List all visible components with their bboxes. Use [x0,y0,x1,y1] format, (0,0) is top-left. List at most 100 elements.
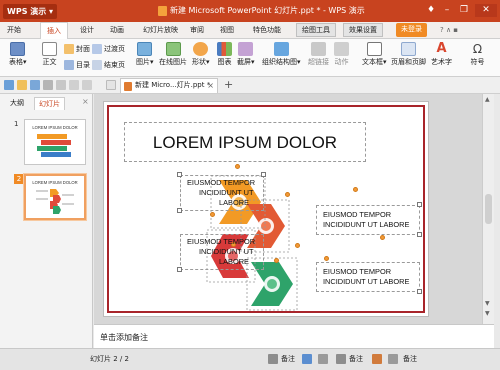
scroll-up-icon[interactable]: ▲ [485,96,490,103]
notes-pane[interactable]: 单击添加备注 [94,324,494,348]
shape-icon [193,42,209,56]
rotate-handle[interactable] [274,258,279,263]
transition-page-label: 过渡页 [104,45,125,53]
catalog-icon [64,60,74,70]
action-button[interactable]: 动作 [334,42,349,67]
title-placeholder[interactable]: LOREM IPSUM DOLOR [124,122,366,162]
text-box-3[interactable]: EIUSMOD TEMPOR INCIDIDUNT UT LABORE [180,234,264,270]
undo-icon[interactable] [69,80,79,90]
minimize-button[interactable]: – [440,4,454,17]
text-box-1-line-1: EIUSMOD TEMPOR [187,178,256,187]
menu-view[interactable]: 视图 [220,25,234,36]
table-button[interactable]: 表格▾ [9,42,27,67]
slide-thumbnail-1-preview: LOREM IPSUM DOLOR [32,125,78,157]
online-picture-label: 在线图片 [159,58,187,66]
menu-insert[interactable]: 插入 [40,22,68,39]
new-icon[interactable] [4,80,14,90]
resize-handle[interactable] [177,267,182,272]
slide-sorter-icon[interactable] [318,354,328,364]
resize-handle[interactable] [417,202,422,207]
menu-review[interactable]: 审阅 [190,25,204,36]
thumb-2-title: LOREM IPSUM DOLOR [32,180,77,185]
close-button[interactable]: ✕ [475,4,497,17]
transition-page-button[interactable]: 过渡页 [92,44,125,54]
menu-effect-settings[interactable]: 效果设置 [343,23,383,37]
catalog-button[interactable]: 目录 [64,60,90,70]
picture-button[interactable]: 图片▾ [136,42,154,67]
tab-list-icon[interactable] [106,80,116,90]
menu-features[interactable]: 特色功能 [253,25,281,36]
vertical-scrollbar[interactable]: ▲ ▼ ▼ [482,94,494,324]
hyperlink-button[interactable]: 超链接 [308,42,329,67]
resize-handle[interactable] [177,208,182,213]
slide-thumbnail-1[interactable]: LOREM IPSUM DOLOR [24,119,86,165]
skin-icon[interactable]: ♦ [424,4,438,17]
scroll-down-icon[interactable]: ▼ [485,300,490,307]
normal-view-icon[interactable] [302,354,312,364]
open-icon[interactable] [17,80,27,90]
text-box-1-line-2: INCIDIDUNT UT [199,188,254,197]
text-box-1-line-3: LABORE [219,198,249,207]
restore-button[interactable]: ❐ [457,4,471,17]
rotate-handle[interactable] [210,212,215,217]
chart-button[interactable]: 图表 [217,42,232,67]
text-label: 正文 [42,58,57,66]
text-button[interactable]: 正文 [42,42,57,67]
notes-label-3[interactable]: 备注 [403,354,417,365]
current-slide[interactable]: LOREM IPSUM DOLOR EIUSMOD TEMPOR INCIDID… [104,102,428,316]
notes-label[interactable]: 备注 [281,354,295,365]
rotate-handle[interactable] [353,187,358,192]
slide-thumbnail-2[interactable]: LOREM IPSUM DOLOR [24,174,86,220]
tab-close-icon[interactable]: × [207,79,214,92]
tab-outline[interactable]: 大纲 [6,97,28,109]
text-box-4[interactable]: EIUSMOD TEMPOR INCIDIDUNT UT LABORE [316,262,420,292]
redo-icon[interactable] [82,80,92,90]
resize-handle[interactable] [261,172,266,177]
tab-slides[interactable]: 幻灯片 [34,97,65,110]
next-slide-icon[interactable]: ▼ [485,310,490,317]
resize-handle[interactable] [417,232,422,237]
textbox-label: 文本框 [362,58,383,66]
menu-animation[interactable]: 动画 [110,25,124,36]
wordart-label: 艺术字 [431,58,452,66]
rotate-handle[interactable] [285,192,290,197]
online-picture-icon [165,42,181,56]
rotate-handle[interactable] [324,256,329,261]
menu-draw-tools[interactable]: 绘图工具 [296,23,336,37]
shape-button[interactable]: 形状▾ [192,42,210,67]
resize-handle[interactable] [417,289,422,294]
preview-icon[interactable] [56,80,66,90]
menu-slideshow[interactable]: 幻灯片放映 [143,25,178,36]
notes-icon-2[interactable] [336,354,346,364]
document-tab[interactable]: 新建 Micro...灯片.ppt * × [120,78,218,93]
wordart-button[interactable]: A 艺术字 [431,42,452,67]
save-icon[interactable] [30,80,40,90]
resize-handle[interactable] [177,172,182,177]
notes-icon[interactable] [268,354,278,364]
notes-label-2[interactable]: 备注 [349,354,363,365]
menu-design[interactable]: 设计 [80,25,94,36]
screenshot-button[interactable]: 截屏▾ [237,42,255,67]
text-box-2[interactable]: EIUSMOD TEMPOR INCIDIDUNT UT LABORE [316,205,420,235]
rotate-handle[interactable] [235,164,240,169]
scrollbar-thumb[interactable] [485,194,492,224]
org-chart-button[interactable]: 组织结构图▾ [262,42,301,67]
help-icons[interactable]: ? ∧ ▪ [440,25,458,36]
textbox-button[interactable]: 文本框▾ [362,42,387,67]
menu-start[interactable]: 开始 [7,25,21,36]
new-tab-button[interactable]: + [224,78,233,92]
cover-button[interactable]: 封面 [64,44,90,54]
text-box-1[interactable]: EIUSMOD TEMPOR INCIDIDUNT UT LABORE [180,175,264,211]
header-footer-button[interactable]: 页眉和页脚 [391,42,426,67]
reading-view-icon[interactable] [372,354,382,364]
login-button[interactable]: 未登录 [396,23,427,37]
app-logo-menu[interactable]: WPS 演示 ▾ [3,4,58,19]
slideshow-icon[interactable] [388,354,398,364]
ending-page-button[interactable]: 结束页 [92,60,125,70]
symbol-button[interactable]: Ω 符号 [470,42,485,67]
rotate-handle[interactable] [295,243,300,248]
print-icon[interactable] [43,80,53,90]
rotate-handle[interactable] [380,235,385,240]
panel-close-icon[interactable]: × [82,97,89,106]
online-picture-button[interactable]: 在线图片 [159,42,187,67]
